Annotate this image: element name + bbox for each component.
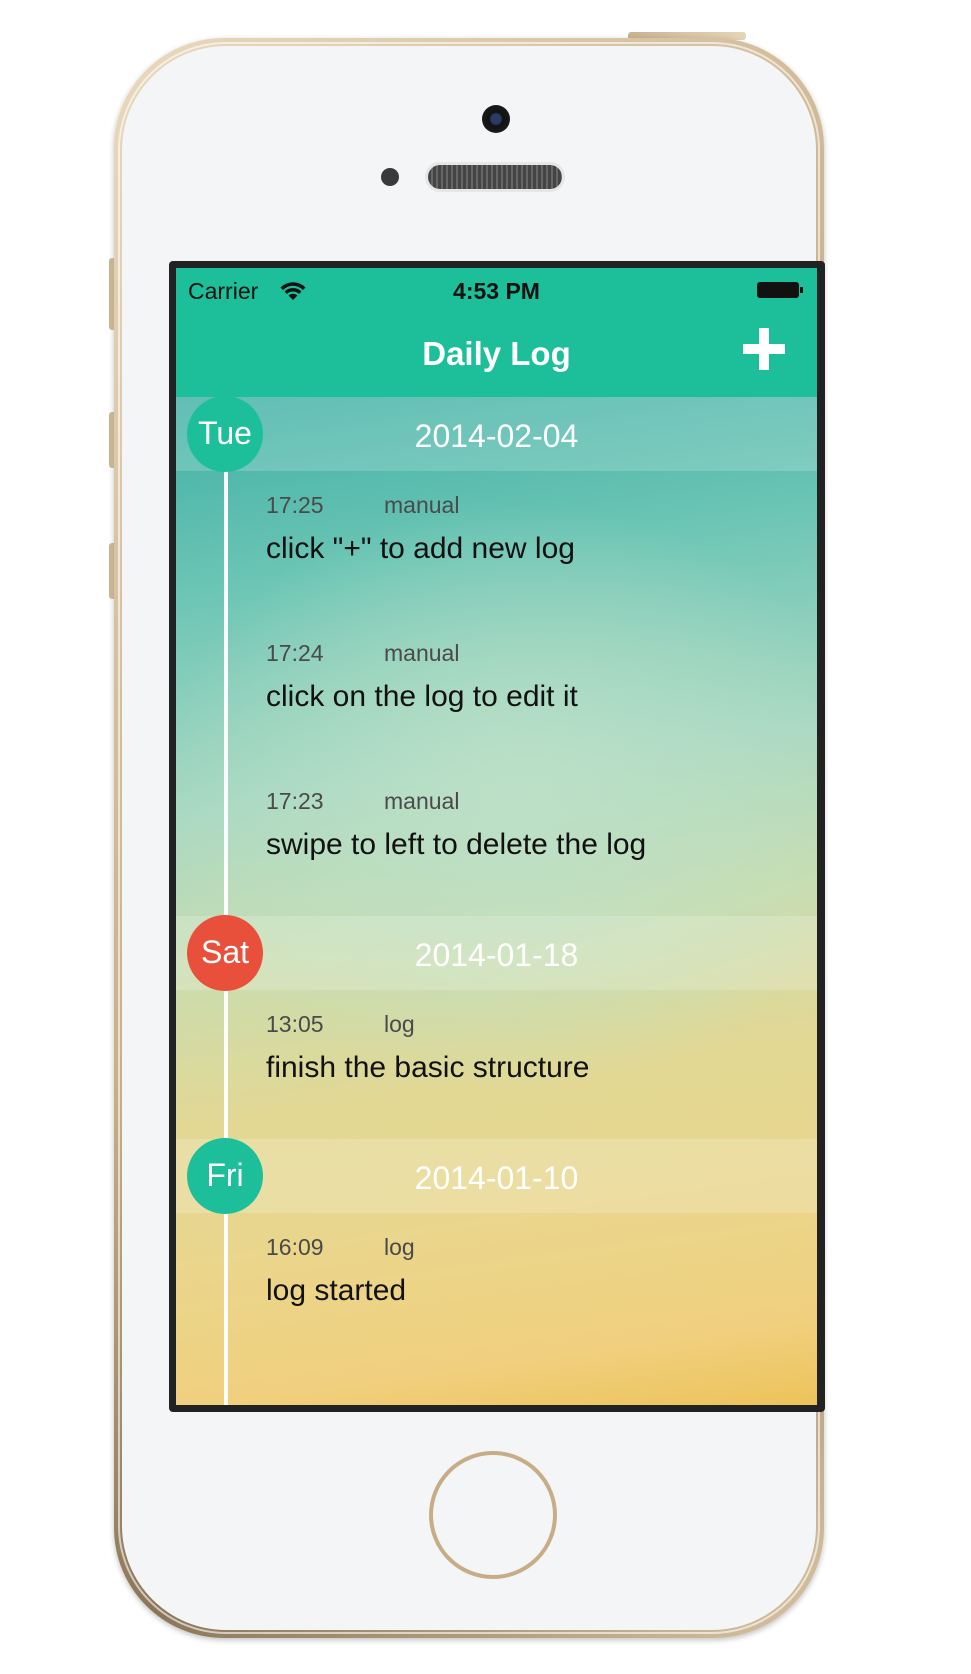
- entry-time: 17:25: [266, 492, 324, 518]
- entry-time: 16:09: [266, 1234, 324, 1260]
- entry-time: 17:23: [266, 788, 324, 814]
- entry-text: finish the basic structure: [266, 1051, 590, 1084]
- entry-type: log: [384, 1011, 415, 1037]
- date-label: 2014-02-04: [414, 418, 579, 454]
- plus-icon[interactable]: [743, 328, 785, 370]
- entry-type: manual: [384, 492, 460, 518]
- app-screen: Carrier 4:53 PM Daily Log 2014-02-04 Tue…: [176, 268, 817, 1405]
- entry-time: 17:24: [266, 640, 324, 666]
- day-badge: Sat: [187, 915, 263, 991]
- log-timeline[interactable]: 2014-02-04 Tue 17:25 manual click "+" to…: [176, 396, 817, 1405]
- front-camera-icon: [482, 105, 510, 133]
- date-header: 2014-02-04: [176, 397, 817, 471]
- proximity-sensor: [381, 168, 399, 186]
- date-label: 2014-01-18: [414, 937, 579, 973]
- page-title: Daily Log: [422, 335, 571, 372]
- date-header: 2014-01-10: [176, 1139, 817, 1213]
- date-label: 2014-01-10: [414, 1160, 579, 1196]
- entry-text: click on the log to edit it: [266, 680, 578, 713]
- entry-type: manual: [384, 788, 460, 814]
- entry-text: click "+" to add new log: [266, 532, 575, 565]
- entry-text: log started: [266, 1274, 407, 1307]
- entry-text: swipe to left to delete the log: [266, 828, 647, 861]
- navigation-bar: Carrier 4:53 PM Daily Log: [176, 268, 817, 397]
- status-bar: Carrier 4:53 PM: [176, 268, 817, 312]
- entry-type: manual: [384, 640, 460, 666]
- day-badge: Fri: [187, 1138, 263, 1214]
- home-button[interactable]: [429, 1451, 557, 1579]
- entry-time: 13:05: [266, 1011, 324, 1037]
- date-header: 2014-01-18: [176, 916, 817, 990]
- entry-type: log: [384, 1234, 415, 1260]
- battery-icon: [757, 282, 803, 298]
- day-badge: Tue: [187, 396, 263, 472]
- earpiece-speaker: [428, 165, 562, 189]
- status-time: 4:53 PM: [453, 278, 540, 304]
- timeline-line: [224, 397, 228, 1405]
